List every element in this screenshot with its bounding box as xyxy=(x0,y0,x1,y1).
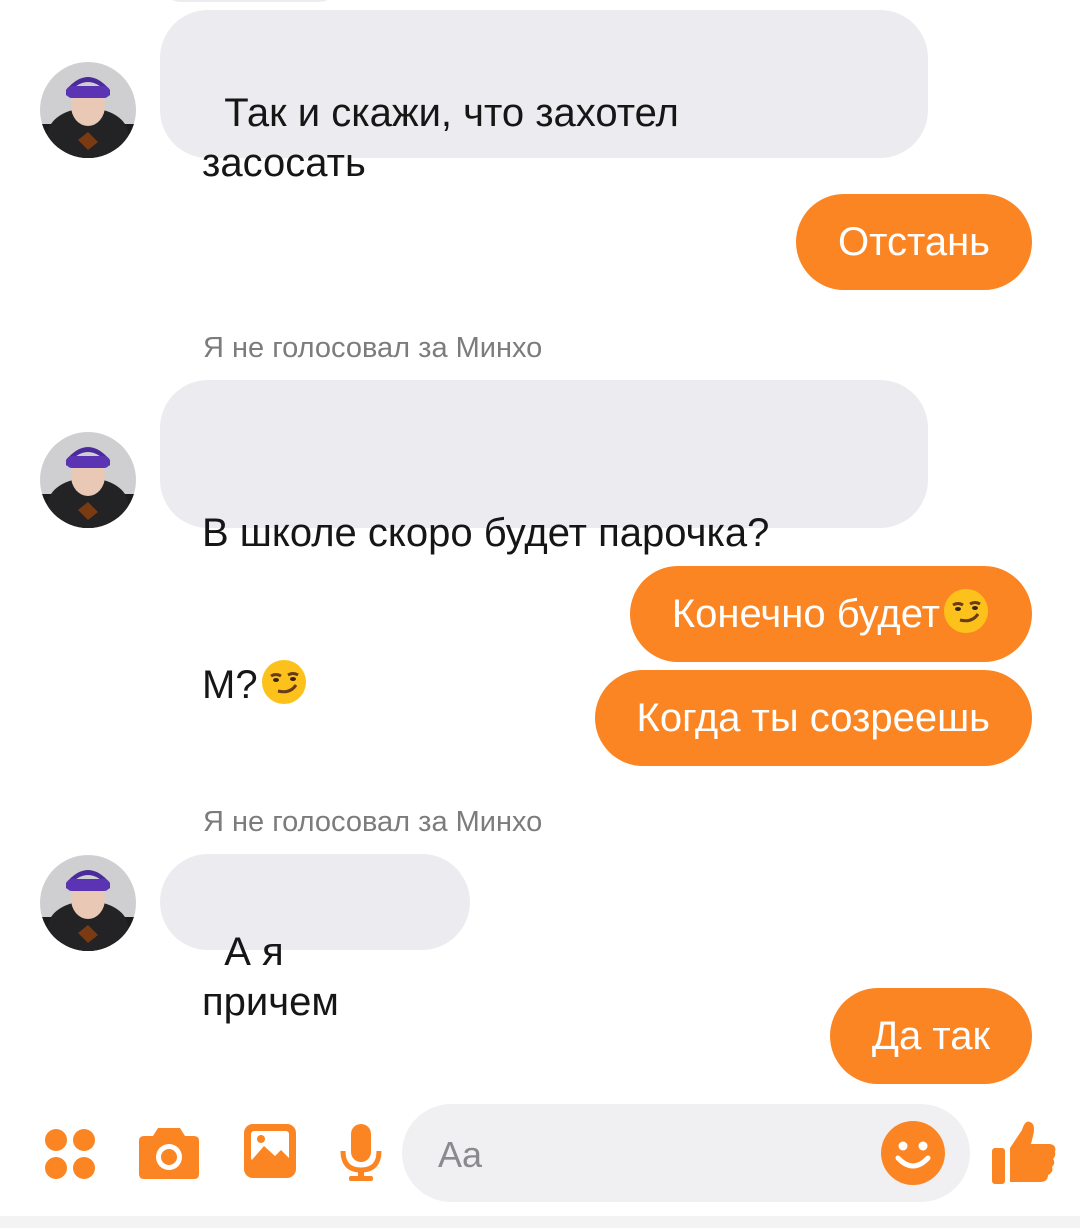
smirking-face-emoji xyxy=(260,658,308,718)
smiley-icon[interactable] xyxy=(880,1120,946,1191)
camera-icon[interactable] xyxy=(138,1124,200,1185)
outgoing-message[interactable]: Когда ты созреешь xyxy=(594,670,1032,766)
message-text: М? xyxy=(202,663,258,707)
message-input[interactable]: Aa xyxy=(402,1104,970,1202)
incoming-message[interactable]: В школе скоро будет парочка? М? xyxy=(160,380,928,707)
message-text: Да так xyxy=(871,1014,990,1058)
avatar-photo xyxy=(40,855,136,951)
incoming-message[interactable]: Так и скажи, что захотел засосать xyxy=(160,10,928,185)
image-gallery-icon[interactable] xyxy=(242,1122,298,1185)
contact-avatar[interactable] xyxy=(40,855,136,951)
contact-avatar[interactable] xyxy=(40,62,136,158)
outgoing-message[interactable]: Да так xyxy=(829,988,1032,1084)
bottom-divider xyxy=(0,1216,1080,1228)
previous-message-edge xyxy=(160,0,340,2)
message-text: Отстань xyxy=(837,220,990,264)
message-text-line-1: В школе скоро будет парочка? xyxy=(202,511,770,555)
apps-dots-icon[interactable] xyxy=(44,1128,96,1185)
outgoing-message[interactable]: Отстань xyxy=(795,194,1032,290)
sender-name: Я не голосовал за Минхо xyxy=(203,332,543,364)
incoming-message[interactable]: А я причем xyxy=(160,854,470,1024)
smirking-face-emoji xyxy=(942,574,990,670)
sender-name: Я не голосовал за Минхо xyxy=(203,806,543,838)
microphone-icon[interactable] xyxy=(340,1124,382,1187)
outgoing-message[interactable]: Конечно будет xyxy=(629,566,1032,662)
message-text: Конечно будет xyxy=(671,592,940,636)
message-text: А я причем xyxy=(202,930,339,1024)
avatar-photo xyxy=(40,62,136,158)
thumbs-up-icon[interactable] xyxy=(990,1118,1058,1191)
avatar-photo xyxy=(40,432,136,528)
contact-avatar[interactable] xyxy=(40,432,136,528)
message-text: Так и скажи, что захотел засосать xyxy=(202,91,679,185)
message-text: Когда ты созреешь xyxy=(636,696,990,740)
message-input-placeholder: Aa xyxy=(438,1134,483,1175)
